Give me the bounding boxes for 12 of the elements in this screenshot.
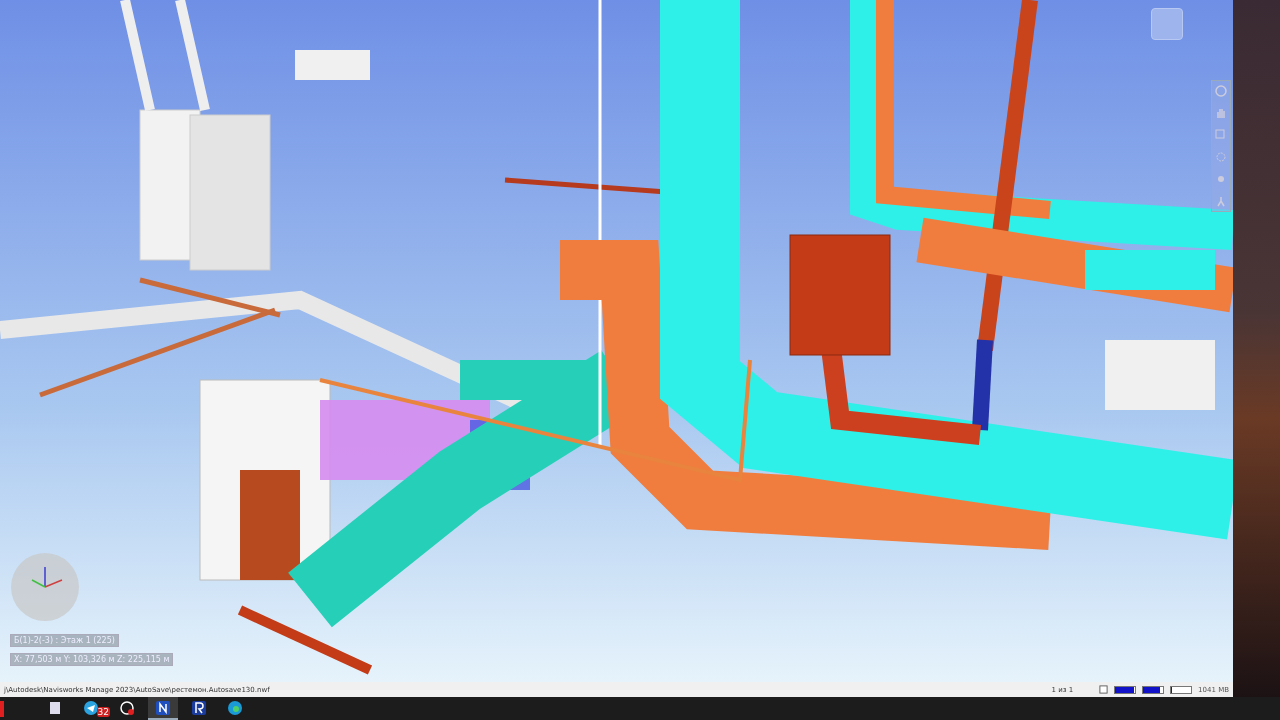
zoom-window-icon[interactable]	[1215, 129, 1227, 141]
taskbar-app[interactable]	[148, 697, 178, 720]
notepad-icon	[47, 699, 63, 716]
browser-app-icon	[227, 699, 243, 716]
paper-plane-icon	[83, 699, 99, 716]
location-label: Б(1)-2(-3) : Этаж 1 (225)	[10, 634, 119, 647]
axis-gizmo-icon	[10, 552, 80, 622]
gauge-icon	[119, 699, 135, 716]
start-mark-icon[interactable]	[0, 700, 4, 717]
unread-count: 32	[96, 707, 110, 717]
sheet-icon[interactable]	[1099, 685, 1109, 694]
coordinates-label: X: 77,503 м Y: 103,326 м Z: 225,115 м	[10, 653, 174, 666]
